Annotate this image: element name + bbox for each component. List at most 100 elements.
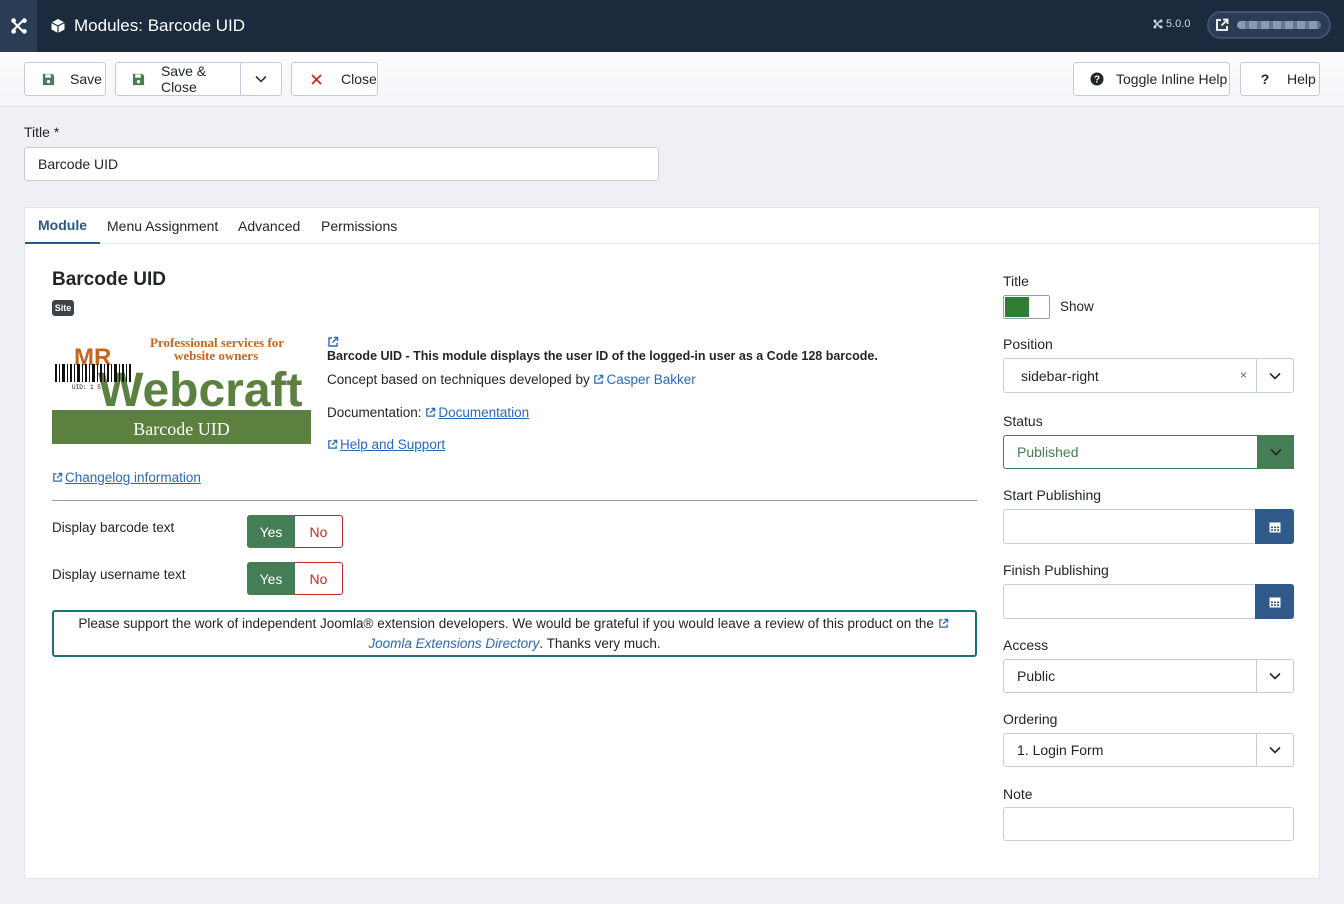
tab-advanced[interactable]: Advanced: [238, 208, 300, 244]
display-barcode-text-yes[interactable]: Yes: [247, 515, 295, 548]
position-select[interactable]: sidebar-right ×: [1003, 358, 1294, 393]
title-label: Title *: [24, 124, 60, 140]
save-dropdown-toggle[interactable]: [241, 63, 281, 95]
svg-text:website owners: website owners: [174, 348, 258, 363]
version-label: 5.0.0: [1153, 18, 1190, 30]
site-name-blurred: [1237, 21, 1321, 29]
svg-text:Barcode UID: Barcode UID: [133, 419, 229, 439]
title-input[interactable]: Barcode UID: [24, 147, 659, 181]
concept-line: Concept based on techniques developed by…: [327, 372, 696, 387]
concept-prefix: Concept based on techniques developed by: [327, 372, 590, 387]
save-icon: [40, 71, 56, 87]
finish-publishing-label: Finish Publishing: [1003, 562, 1109, 578]
display-barcode-text-label: Display barcode text: [52, 520, 175, 535]
external-link-icon: [938, 618, 948, 628]
svg-text:Webcraft: Webcraft: [98, 364, 303, 417]
chevron-down-icon: [1256, 359, 1293, 392]
ordering-select[interactable]: 1. Login Form: [1003, 733, 1294, 767]
chevron-down-icon: [1257, 435, 1294, 469]
cube-icon: [51, 19, 65, 33]
status-label: Status: [1003, 413, 1043, 429]
help-label: Help: [1287, 71, 1316, 87]
joomla-small-icon: [1153, 19, 1163, 29]
external-link-icon: [328, 439, 338, 449]
save-close-label: Save & Close: [160, 63, 207, 95]
close-icon: [308, 71, 324, 87]
page-title: Modules: Barcode UID: [50, 0, 245, 52]
position-label: Position: [1003, 336, 1053, 352]
documentation-prefix: Documentation:: [327, 405, 422, 420]
title-input-value: Barcode UID: [38, 156, 119, 172]
tab-menu-assignment[interactable]: Menu Assignment: [107, 208, 218, 244]
switch-knob: [1005, 297, 1029, 317]
title-show-label: Title: [1003, 273, 1029, 289]
ordering-label: Ordering: [1003, 711, 1058, 727]
user-menu[interactable]: [1207, 11, 1331, 39]
finish-publishing-input[interactable]: [1003, 584, 1294, 619]
save-close-group: Save & Close: [115, 62, 282, 96]
start-publishing-input[interactable]: [1003, 509, 1294, 544]
access-label: Access: [1003, 637, 1049, 653]
notice-end: . Thanks very much.: [539, 636, 661, 651]
display-barcode-text-toggle: Yes No: [247, 515, 343, 548]
question-icon: ?: [1260, 71, 1270, 87]
position-value: sidebar-right: [1021, 367, 1099, 384]
chevron-down-icon: [1256, 660, 1293, 692]
module-description: Barcode UID - This module displays the u…: [327, 349, 878, 363]
svg-text:?: ?: [1094, 75, 1100, 86]
access-value: Public: [1017, 668, 1056, 684]
help-support-link[interactable]: Help and Support: [327, 437, 445, 452]
notice-text: Please support the work of independent J…: [78, 616, 934, 631]
documentation-line: Documentation: Documentation: [327, 405, 529, 420]
external-link-icon: [426, 407, 436, 417]
clear-icon[interactable]: ×: [1240, 368, 1247, 382]
chevron-down-icon: [255, 75, 267, 83]
jed-link-text: Joomla Extensions Directory: [368, 636, 540, 651]
documentation-link[interactable]: Documentation: [425, 405, 529, 420]
display-username-text-yes[interactable]: Yes: [247, 562, 295, 595]
calendar-icon[interactable]: [1255, 509, 1294, 544]
toggle-inline-help-button[interactable]: ? Toggle Inline Help: [1073, 62, 1230, 96]
changelog-link[interactable]: Changelog information: [52, 470, 201, 485]
changelog-line: Changelog information: [52, 470, 201, 485]
title-show-switch[interactable]: [1003, 295, 1050, 319]
calendar-icon[interactable]: [1255, 584, 1294, 619]
tab-module[interactable]: Module: [25, 208, 100, 244]
tab-permissions[interactable]: Permissions: [321, 208, 397, 244]
help-button[interactable]: ? Help: [1240, 62, 1320, 96]
chevron-down-icon: [1256, 734, 1293, 766]
access-select[interactable]: Public: [1003, 659, 1294, 693]
ordering-value: 1. Login Form: [1017, 742, 1104, 758]
question-circle-icon: ?: [1089, 71, 1105, 87]
review-notice: Please support the work of independent J…: [52, 610, 977, 657]
casper-bakker-link[interactable]: Casper Bakker: [593, 372, 696, 387]
display-barcode-text-no[interactable]: No: [295, 515, 343, 548]
save-close-button[interactable]: Save & Close: [116, 63, 242, 95]
title-show-text: Show: [1060, 299, 1094, 314]
status-select[interactable]: Published: [1003, 435, 1294, 469]
module-card: Module Menu Assignment Advanced Permissi…: [24, 207, 1321, 879]
app-header: Modules: Barcode UID 5.0.0: [0, 0, 1344, 52]
joomla-logo[interactable]: [0, 0, 37, 52]
page-title-text: Modules: Barcode UID: [74, 16, 246, 35]
toggle-help-label: Toggle Inline Help: [1116, 71, 1228, 87]
display-username-text-label: Display username text: [52, 567, 186, 582]
display-username-text-toggle: Yes No: [247, 562, 343, 595]
changelog-text: Changelog information: [65, 470, 201, 485]
documentation-link-text: Documentation: [438, 405, 530, 420]
save-label: Save: [70, 71, 102, 87]
support-line: Help and Support: [327, 437, 445, 452]
external-link-icon: [53, 472, 63, 482]
save-icon: [131, 71, 146, 87]
close-label: Close: [341, 71, 377, 87]
casper-bakker-text: Casper Bakker: [606, 372, 696, 387]
svg-text:UID: 1 5: UID: 1 5: [72, 384, 101, 391]
external-link-icon: [594, 374, 604, 384]
help-support-text: Help and Support: [340, 437, 446, 452]
save-button[interactable]: Save: [24, 62, 106, 96]
note-input[interactable]: [1003, 807, 1294, 841]
module-logo: Barcode UID MR Professional services for…: [52, 332, 311, 444]
external-link-icon: [328, 336, 339, 347]
close-button[interactable]: Close: [291, 62, 378, 96]
display-username-text-no[interactable]: No: [295, 562, 343, 595]
